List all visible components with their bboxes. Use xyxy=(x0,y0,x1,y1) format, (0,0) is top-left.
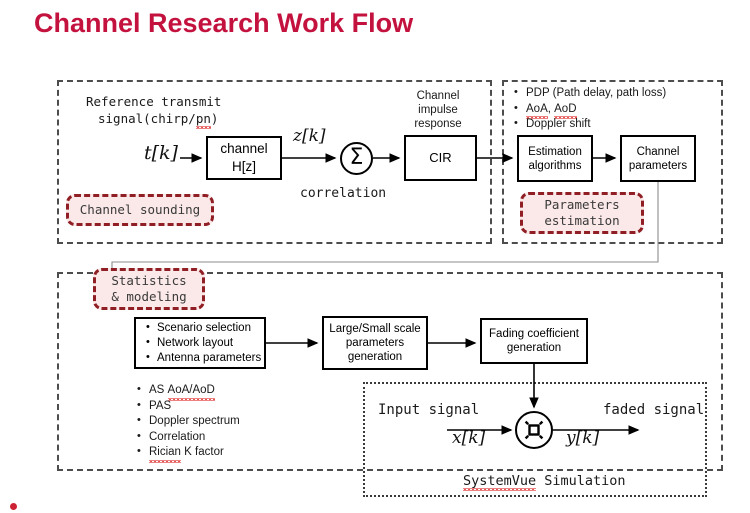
sigma-icon: Σ xyxy=(349,145,364,170)
stat-bullet-5: Rician K factor xyxy=(136,444,240,462)
cir-caption-line1: Channel xyxy=(416,90,460,102)
badge-parameters-estimation: Parameters estimation xyxy=(520,192,644,234)
channel-params-box-line1: Channel xyxy=(636,145,680,158)
stat-bullet-2: PAS xyxy=(136,398,240,415)
input-signal-label: Input signal xyxy=(378,402,480,418)
fading-box-line1: Fading coefficient xyxy=(489,328,579,340)
lsp-box-line3: generation xyxy=(347,351,403,363)
channel-params-box-line2: parameters xyxy=(628,159,688,172)
statistics-bullets: AS AoA/AoD PAS Doppler spectrum Correlat… xyxy=(136,382,240,462)
cir-caption-line2: impulse xyxy=(418,104,458,116)
z-k-label: z[k] xyxy=(293,126,326,146)
cir-box: CIR xyxy=(404,135,477,181)
pe-bullet-3: Doppler shift xyxy=(513,116,666,133)
fading-coefficient-generation-box: Fading coefficient generation xyxy=(480,318,588,364)
bottom-red-marker xyxy=(10,503,17,510)
badge-parameters-estimation-line1: Parameters xyxy=(544,197,620,212)
pe-bullet-2: AoA, AoD xyxy=(513,101,666,119)
convolution-operator xyxy=(515,411,553,449)
page-title: Channel Research Work Flow xyxy=(34,8,414,38)
stat-bullet-1: AS AoA/AoD xyxy=(136,382,240,400)
scenario-bullet-2: Network layout xyxy=(145,335,233,351)
fading-box-line2: generation xyxy=(506,342,562,354)
channel-box-line1: channel xyxy=(220,141,268,156)
scenario-selection-box: Scenario selection Network layout Antenn… xyxy=(134,317,266,369)
lsp-box-line2: parameters xyxy=(345,337,405,349)
estimation-box-line2: algorithms xyxy=(528,159,582,172)
channel-impulse-response-caption: Channel impulse response xyxy=(396,89,480,131)
cir-box-label: CIR xyxy=(429,150,452,165)
estimation-algorithms-box: Estimation algorithms xyxy=(517,135,593,182)
pe-bullet-1: PDP (Path delay, path loss) xyxy=(513,85,666,102)
badge-parameters-estimation-line2: estimation xyxy=(544,213,620,228)
reference-transmit-caption: Reference transmit signal(chirp/pn) xyxy=(86,93,222,129)
badge-channel-sounding: Channel sounding xyxy=(66,194,214,226)
cir-caption-line3: response xyxy=(414,118,462,130)
systemvue-simulation-caption: SystemVue Simulation xyxy=(463,473,626,491)
estimation-box-line1: Estimation xyxy=(528,145,582,158)
scenario-bullet-3: Antenna parameters xyxy=(145,350,261,366)
parameters-estimation-bullets: PDP (Path delay, path loss) AoA, AoD Dop… xyxy=(513,85,666,133)
faded-signal-label: faded signal xyxy=(603,402,705,418)
transmit-signal-label: t[k] xyxy=(144,142,178,164)
stat-bullet-4: Correlation xyxy=(136,429,240,446)
reference-transmit-line2: signal(chirp/pn) xyxy=(98,111,219,129)
badge-statistics-modeling: Statistics & modeling xyxy=(93,268,205,310)
badge-statistics-modeling-line2: & modeling xyxy=(111,289,187,304)
convolution-icon xyxy=(524,420,544,440)
y-k-label: y[k] xyxy=(566,428,600,448)
channel-hz-box: channel H[z] xyxy=(206,136,282,180)
badge-statistics-modeling-line1: Statistics xyxy=(111,273,187,288)
channel-box-line2: H[z] xyxy=(231,159,256,174)
channel-parameters-box: Channel parameters xyxy=(620,135,696,182)
lsp-box-line1: Large/Small scale xyxy=(329,323,421,335)
reference-transmit-line1: Reference transmit xyxy=(86,94,222,109)
scenario-bullet-1: Scenario selection xyxy=(145,320,251,336)
badge-channel-sounding-label: Channel sounding xyxy=(79,202,201,217)
slide-canvas: Channel Research Work Flow Reference tra… xyxy=(0,0,750,513)
correlation-sum-operator: Σ xyxy=(340,142,373,175)
large-small-scale-parameters-box: Large/Small scale parameters generation xyxy=(322,316,428,370)
correlation-label: correlation xyxy=(300,186,387,201)
x-k-label: x[k] xyxy=(452,428,486,448)
stat-bullet-3: Doppler spectrum xyxy=(136,413,240,430)
